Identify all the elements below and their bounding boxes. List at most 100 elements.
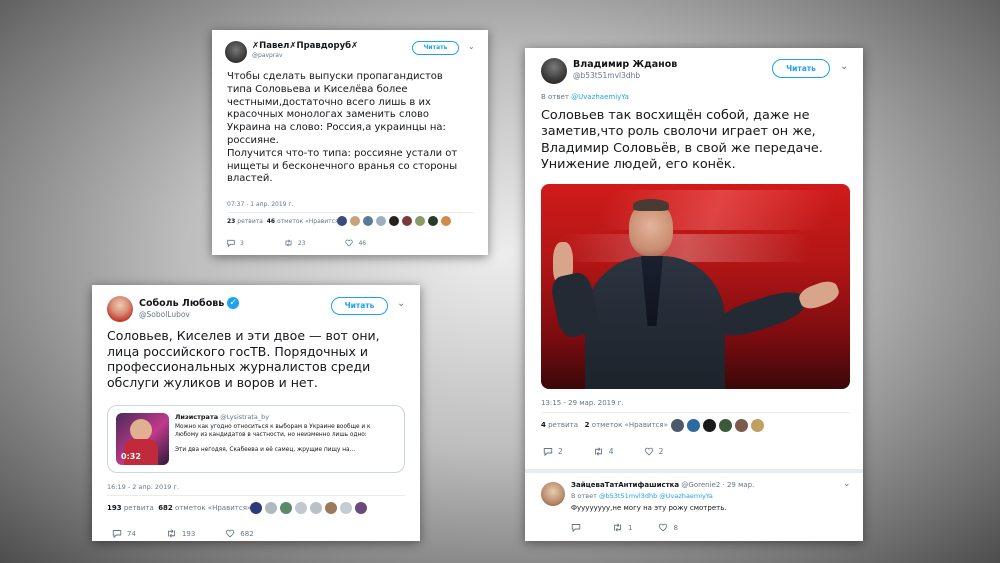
liker-avatar[interactable] xyxy=(441,216,451,226)
liker-avatar[interactable] xyxy=(671,419,684,432)
reply-prefix: В ответ xyxy=(541,93,569,101)
quote-video-thumbnail[interactable]: 0:32 xyxy=(116,413,169,465)
photo-bg-graphic xyxy=(561,234,811,262)
divider xyxy=(541,412,850,413)
liker-avatar[interactable] xyxy=(350,216,360,226)
timestamp[interactable]: 07:37 - 1 апр. 2019 г. xyxy=(227,201,293,208)
reply-button[interactable] xyxy=(571,523,586,532)
reply-count: 2 xyxy=(558,447,563,456)
avatar[interactable] xyxy=(107,296,133,322)
retweets-count[interactable]: 23 xyxy=(227,218,235,225)
author-name[interactable]: Владимир Жданов xyxy=(573,59,677,70)
verified-badge-icon: ✓ xyxy=(227,297,240,309)
retweets-count[interactable]: 4 xyxy=(541,421,546,429)
follow-button[interactable]: Читать xyxy=(331,297,388,315)
like-button[interactable]: 46 xyxy=(345,239,366,247)
reply-icon xyxy=(227,239,235,247)
reply-button[interactable]: 74 xyxy=(112,529,136,538)
likes-label[interactable]: отметок «Нравится» xyxy=(277,218,342,225)
tweet-text: Соловьев, Киселев и эти двое — вот они, … xyxy=(107,328,380,390)
author-name[interactable]: ✗Павел✗Правдоруб✗ xyxy=(252,41,358,51)
reply-author-handle[interactable]: @Gorenie2 xyxy=(681,481,720,489)
reply-handle-link[interactable]: @UvazhaemiyYa xyxy=(571,93,629,101)
retweet-icon xyxy=(285,239,292,247)
liker-avatar[interactable] xyxy=(687,419,700,432)
liker-avatar[interactable] xyxy=(703,419,716,432)
quote-author-name[interactable]: Лизистрата xyxy=(175,413,218,421)
liker-avatar[interactable] xyxy=(250,502,262,514)
divider xyxy=(227,212,474,213)
retweet-count: 193 xyxy=(181,529,196,538)
author-handle[interactable]: @SobolLubov xyxy=(139,310,190,319)
liker-avatar[interactable] xyxy=(295,502,307,514)
likes-label[interactable]: отметок «Нравится» xyxy=(592,421,668,429)
avatar[interactable] xyxy=(541,58,567,84)
chevron-down-icon[interactable]: ⌄ xyxy=(843,479,851,489)
like-count: 2 xyxy=(658,447,664,456)
like-button[interactable]: 2 xyxy=(644,447,664,456)
follow-button[interactable]: Читать xyxy=(412,41,459,55)
avatar[interactable] xyxy=(541,482,565,506)
retweet-button[interactable]: 193 xyxy=(166,529,195,538)
reply-context: В ответ @UvazhaemiyYa xyxy=(541,93,629,101)
liker-avatar[interactable] xyxy=(325,502,337,514)
liker-avatar[interactable] xyxy=(428,216,438,226)
likes-label[interactable]: отметок «Нравится» xyxy=(175,504,251,512)
liker-avatar[interactable] xyxy=(751,419,764,432)
liker-avatar[interactable] xyxy=(337,216,347,226)
retweet-button[interactable]: 1 xyxy=(612,523,632,532)
retweets-label[interactable]: ретвита xyxy=(237,218,263,225)
timestamp[interactable]: 16:19 - 2 апр. 2019 г. xyxy=(107,483,179,491)
follow-button[interactable]: Читать xyxy=(772,59,830,78)
avatar[interactable] xyxy=(225,41,247,63)
chevron-down-icon[interactable]: ⌄ xyxy=(468,42,475,51)
like-button[interactable]: 8 xyxy=(658,523,678,532)
like-count: 682 xyxy=(240,529,254,538)
divider xyxy=(107,495,405,496)
chevron-down-icon[interactable]: ⌄ xyxy=(840,61,848,72)
quoted-tweet[interactable]: 0:32 Лизистрата @Lysistrata_by Можно как… xyxy=(107,405,405,473)
likes-count[interactable]: 46 xyxy=(267,218,275,225)
retweet-button[interactable]: 4 xyxy=(593,447,614,456)
retweets-label[interactable]: ретвита xyxy=(124,504,154,512)
author-name[interactable]: Соболь Любовь ✓ xyxy=(139,297,240,309)
liker-avatar[interactable] xyxy=(389,216,399,226)
like-button[interactable]: 682 xyxy=(225,529,254,538)
retweets-label[interactable]: ретвита xyxy=(548,421,578,429)
liker-avatar[interactable] xyxy=(402,216,412,226)
liker-avatar[interactable] xyxy=(376,216,386,226)
chevron-down-icon[interactable]: ⌄ xyxy=(397,298,405,309)
liker-avatar[interactable] xyxy=(265,502,277,514)
reply-button[interactable]: 3 xyxy=(227,239,244,247)
engagement-stats: 4 ретвита 2 отметок «Нравится» xyxy=(541,421,668,429)
liker-avatar[interactable] xyxy=(363,216,373,226)
like-count: 8 xyxy=(673,523,678,532)
tweet-actions: 3 23 46 xyxy=(227,239,366,247)
reply-author-name[interactable]: ЗайцеваТатАнтифашистка xyxy=(571,481,679,489)
liker-avatar[interactable] xyxy=(340,502,352,514)
liker-avatar[interactable] xyxy=(310,502,322,514)
author-handle[interactable]: @b53t51mvl3dhb xyxy=(573,71,640,80)
retweets-count[interactable]: 193 xyxy=(107,504,122,512)
reply-handles-link[interactable]: @b53t51mvl3dhb @UvazhaemiyYa xyxy=(599,492,713,500)
tweet-text: Соловьев так восхищён собой, даже не зам… xyxy=(541,108,823,173)
author-handle[interactable]: @pavprav xyxy=(252,52,283,59)
reply-tweet[interactable]: ЗайцеваТатАнтифашистка @Gorenie2 · 29 ма… xyxy=(525,473,863,541)
retweet-count: 4 xyxy=(608,447,614,456)
liker-avatar[interactable] xyxy=(280,502,292,514)
liker-avatar[interactable] xyxy=(415,216,425,226)
tweet-photo[interactable] xyxy=(541,184,850,389)
timestamp[interactable]: 13:15 - 29 мар. 2019 г. xyxy=(541,399,624,407)
tweet-card-sobol: Соболь Любовь ✓ @SobolLubov Читать ⌄ Соло… xyxy=(92,285,420,541)
likes-count[interactable]: 682 xyxy=(158,504,173,512)
reply-date[interactable]: · 29 мар. xyxy=(723,481,755,489)
video-duration: 0:32 xyxy=(121,452,141,461)
retweet-count: 23 xyxy=(297,239,306,247)
liker-avatar[interactable] xyxy=(735,419,748,432)
quote-author-handle[interactable]: @Lysistrata_by xyxy=(220,413,269,421)
liker-avatar[interactable] xyxy=(355,502,367,514)
liker-avatar[interactable] xyxy=(719,419,732,432)
reply-button[interactable]: 2 xyxy=(543,447,563,456)
likes-count[interactable]: 2 xyxy=(585,421,590,429)
retweet-button[interactable]: 23 xyxy=(284,239,306,247)
